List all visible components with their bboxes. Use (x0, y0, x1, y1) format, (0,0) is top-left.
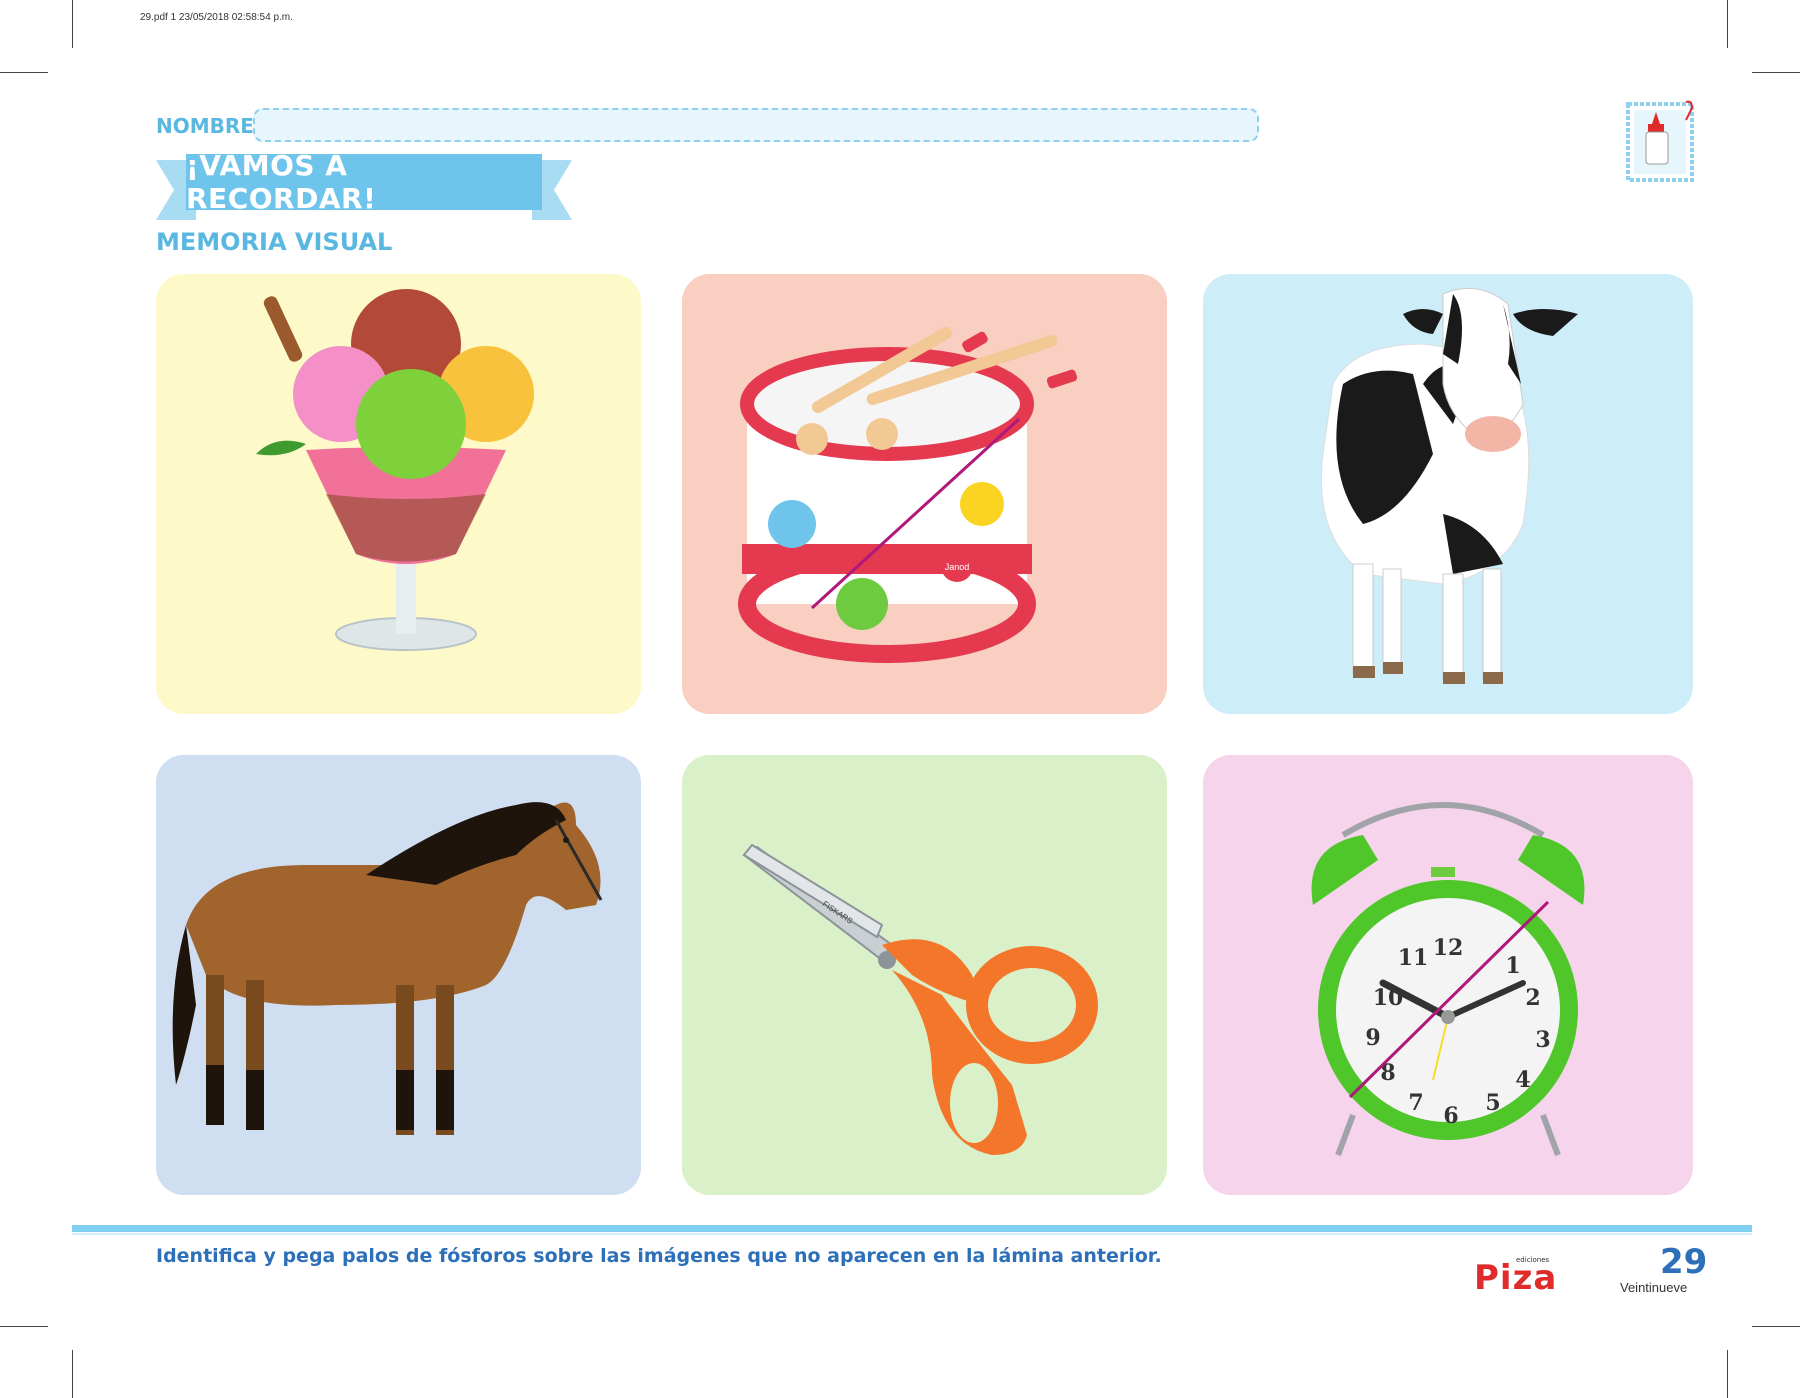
banner-title: ¡VAMOS A RECORDAR! (186, 149, 542, 215)
ice-cream-icon (156, 274, 641, 714)
card-alarm-clock[interactable]: 12 1 2 3 4 5 6 7 8 9 10 11 (1203, 755, 1693, 1195)
crop-mark (1752, 1326, 1800, 1327)
horse-icon (156, 755, 641, 1195)
svg-text:4: 4 (1515, 1067, 1530, 1093)
glue-icon (1626, 98, 1698, 184)
svg-text:12: 12 (1433, 935, 1464, 961)
footer-divider (72, 1225, 1752, 1232)
scissors-icon: FISKARS (682, 755, 1167, 1195)
svg-text:6: 6 (1443, 1103, 1458, 1129)
crop-mark (0, 72, 48, 73)
page-number-word: Veintinueve (1620, 1280, 1688, 1295)
logo-text: Piza (1474, 1258, 1558, 1298)
alarm-clock-icon: 12 1 2 3 4 5 6 7 8 9 10 11 (1203, 755, 1693, 1195)
svg-text:5: 5 (1485, 1090, 1500, 1116)
page-number: 29 (1660, 1242, 1708, 1282)
instruction-text: Identifica y pega palos de fósforos sobr… (156, 1245, 1162, 1267)
svg-text:2: 2 (1525, 985, 1540, 1011)
card-drum[interactable]: Janod (682, 274, 1167, 714)
crop-mark (0, 1326, 48, 1327)
svg-text:7: 7 (1408, 1090, 1423, 1116)
card-scissors[interactable]: FISKARS (682, 755, 1167, 1195)
name-field[interactable] (253, 108, 1259, 142)
card-ice-cream[interactable] (156, 274, 641, 714)
footer-divider-light (72, 1233, 1752, 1235)
crop-mark (72, 1350, 73, 1398)
publisher-logo: Piza ediciones (1474, 1256, 1558, 1298)
crop-mark (1727, 0, 1728, 48)
svg-text:1: 1 (1505, 953, 1520, 979)
print-info: 29.pdf 1 23/05/2018 02:58:54 p.m. (140, 12, 293, 23)
card-horse[interactable] (156, 755, 641, 1195)
drum-icon: Janod (682, 274, 1167, 714)
section-subtitle: MEMORIA VISUAL (156, 228, 393, 256)
cow-icon (1203, 274, 1693, 714)
svg-text:9: 9 (1365, 1025, 1380, 1051)
drum-brand-label: Janod (945, 562, 970, 572)
crop-mark (72, 0, 73, 48)
crop-mark (1752, 72, 1800, 73)
svg-text:3: 3 (1535, 1027, 1550, 1053)
card-cow[interactable] (1203, 274, 1693, 714)
name-label: NOMBRE: (156, 114, 262, 138)
svg-text:11: 11 (1398, 945, 1429, 971)
crop-mark (1727, 1350, 1728, 1398)
logo-subtext: ediciones (1516, 1256, 1550, 1264)
